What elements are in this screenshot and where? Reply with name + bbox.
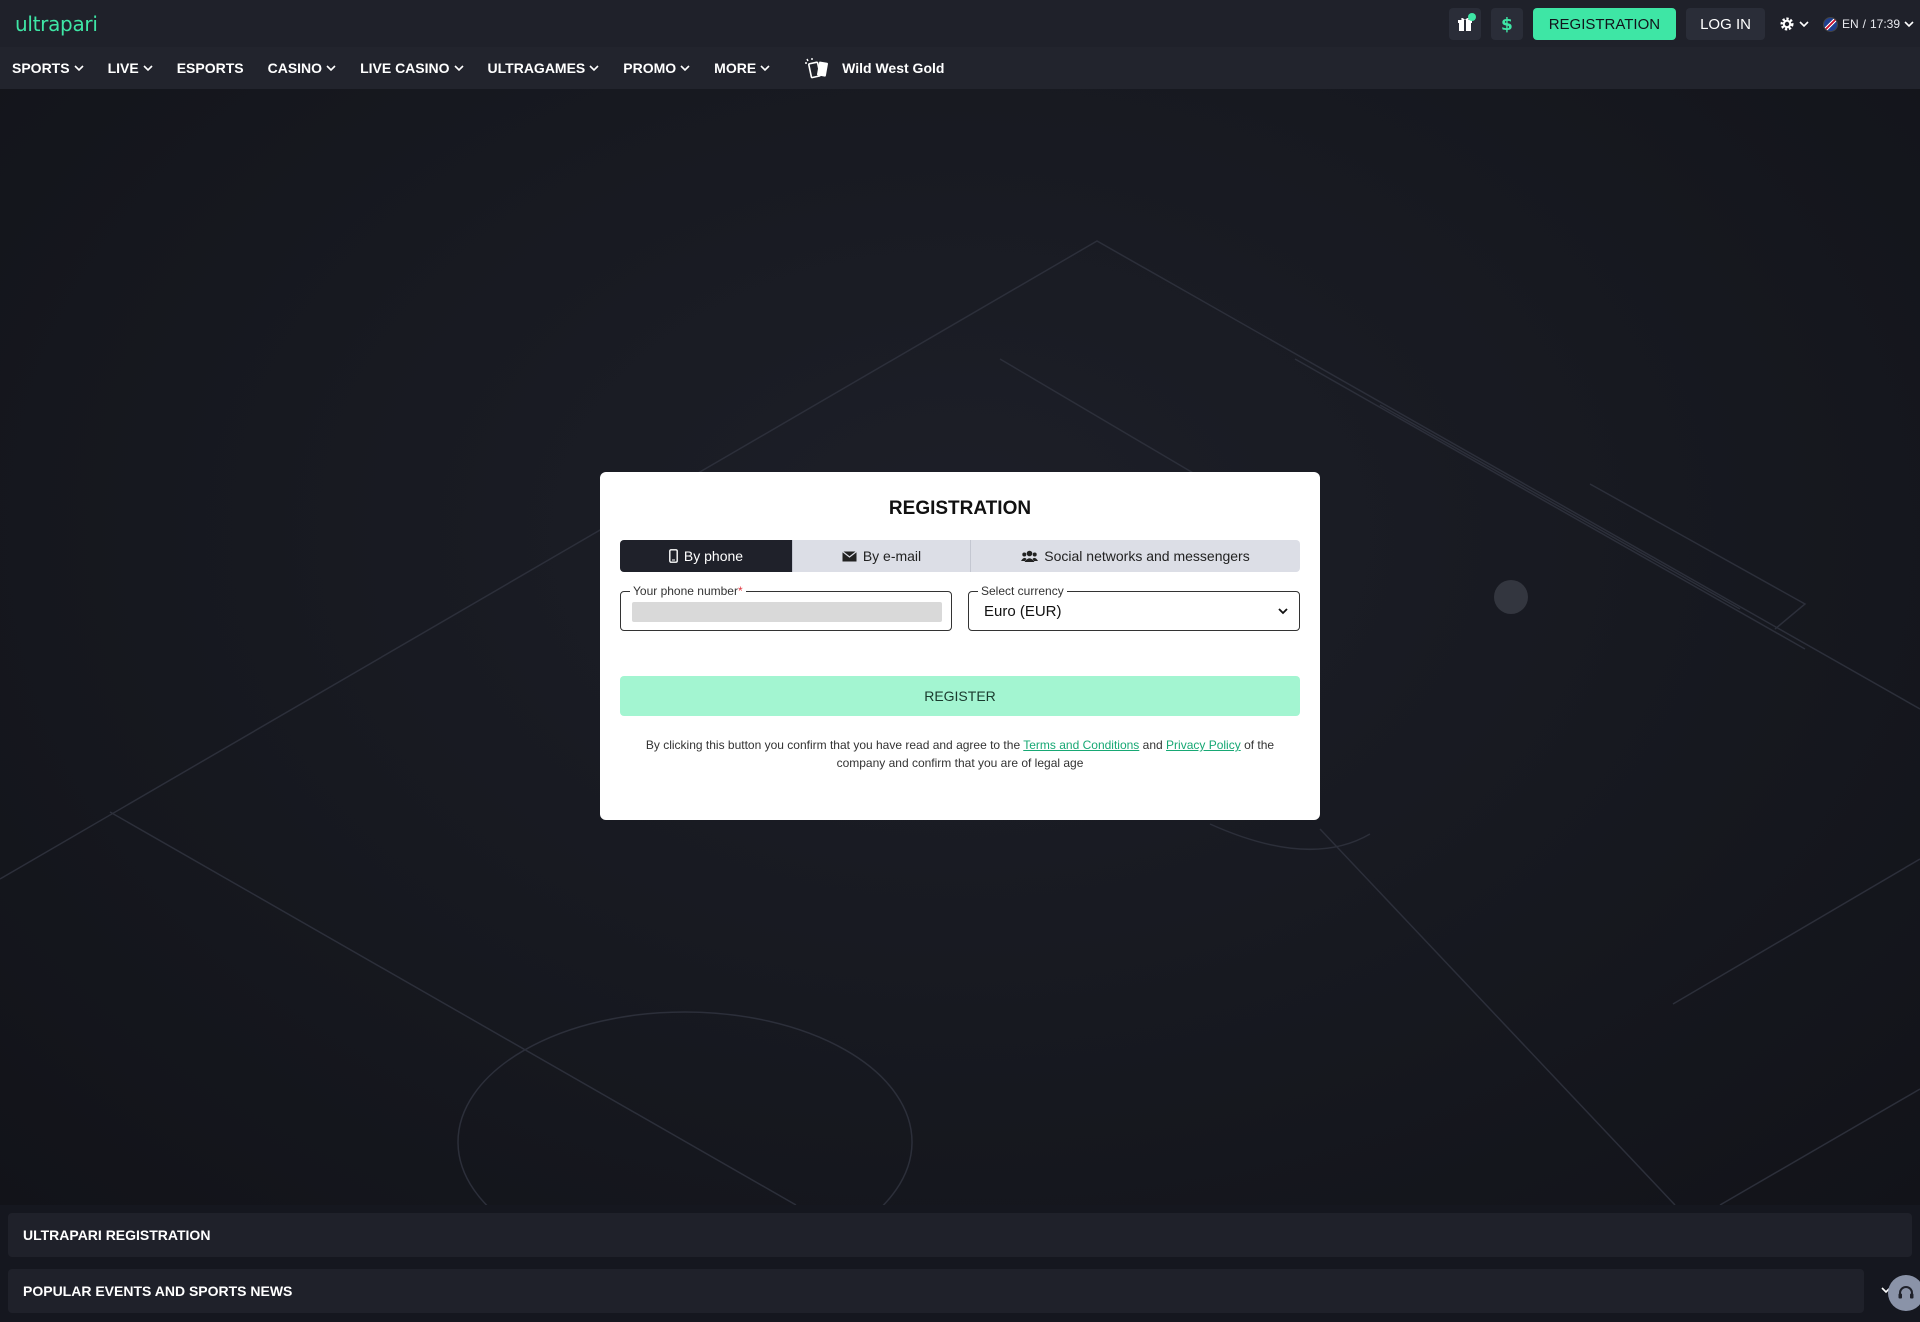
nav-label: MORE bbox=[714, 60, 757, 76]
phone-icon bbox=[669, 549, 678, 563]
nav-label: LIVE bbox=[107, 60, 139, 76]
ultrapari-logo[interactable]: ultrapari bbox=[15, 12, 98, 36]
deposit-button[interactable]: $ bbox=[1490, 8, 1523, 40]
registration-button[interactable]: REGISTRATION bbox=[1532, 8, 1677, 40]
svg-text:$: $ bbox=[1501, 15, 1513, 33]
nav-label: LIVE CASINO bbox=[360, 60, 450, 76]
nav-live-casino[interactable]: LIVE CASINO bbox=[360, 60, 464, 76]
envelope-icon bbox=[841, 550, 857, 561]
nav-featured-game[interactable]: Wild West Gold bbox=[804, 57, 944, 79]
nav-label: ULTRAGAMES bbox=[487, 60, 586, 76]
chevron-down-icon bbox=[1278, 608, 1288, 615]
chevron-down-icon bbox=[74, 65, 84, 72]
nav-more[interactable]: MORE bbox=[714, 60, 770, 76]
slot-cards-icon bbox=[805, 58, 829, 79]
section-ultrapari-registration[interactable]: ULTRAPARI REGISTRATION bbox=[8, 1213, 1912, 1257]
section-popular-events[interactable]: POPULAR EVENTS AND SPORTS NEWS bbox=[8, 1269, 1864, 1313]
required-mark: * bbox=[737, 584, 743, 598]
tab-by-phone[interactable]: By phone bbox=[620, 540, 793, 572]
featured-game-label: Wild West Gold bbox=[842, 60, 945, 76]
currency-select[interactable]: Select currency Euro (EUR) bbox=[968, 584, 1300, 631]
tab-label: By phone bbox=[683, 548, 744, 564]
nav-label: ESPORTS bbox=[176, 60, 244, 76]
language-time-selector[interactable]: EN / 17:39 bbox=[1822, 16, 1914, 32]
registration-modal: REGISTRATION By phone By e-mail Social n… bbox=[600, 472, 1320, 820]
chevron-down-icon bbox=[760, 65, 770, 72]
uk-flag-icon bbox=[1822, 16, 1838, 32]
ball-decoration bbox=[1494, 580, 1528, 614]
nav-ultragames[interactable]: ULTRAGAMES bbox=[488, 60, 600, 76]
terms-link[interactable]: Terms and Conditions bbox=[1023, 738, 1139, 752]
gear-icon bbox=[1780, 17, 1794, 31]
chevron-down-icon bbox=[143, 65, 153, 72]
tab-label: By e-mail bbox=[862, 548, 922, 564]
gift-button[interactable] bbox=[1448, 8, 1481, 40]
disclaimer-text-1: By clicking this button you confirm that… bbox=[645, 738, 1021, 752]
phone-number-label: Your phone number* bbox=[630, 584, 746, 598]
nav-label: PROMO bbox=[623, 60, 677, 76]
currency-value: Euro (EUR) bbox=[984, 603, 1062, 620]
nav-label: CASINO bbox=[267, 60, 323, 76]
phone-label-text: Your phone number bbox=[633, 584, 738, 598]
headset-icon bbox=[1898, 1286, 1914, 1299]
currency-label: Select currency bbox=[978, 584, 1067, 598]
gift-badge bbox=[1467, 13, 1476, 21]
top-bar: ultrapari $ REGISTRATION LOG IN EN / 17:… bbox=[0, 0, 1920, 47]
phone-number-field[interactable]: Your phone number* bbox=[620, 584, 952, 631]
chevron-down-icon bbox=[453, 65, 464, 72]
tab-label: Social networks and messengers bbox=[1044, 548, 1250, 564]
language-code: EN bbox=[1841, 17, 1859, 31]
nav-esports[interactable]: ESPORTS bbox=[177, 60, 244, 76]
login-button[interactable]: LOG IN bbox=[1686, 8, 1765, 40]
chevron-down-icon bbox=[589, 65, 599, 72]
registration-method-tabs: By phone By e-mail Social networks and m… bbox=[620, 540, 1300, 572]
disclaimer-and: and bbox=[1142, 738, 1163, 752]
nav-promo[interactable]: PROMO bbox=[623, 60, 690, 76]
tab-by-email[interactable]: By e-mail bbox=[793, 540, 971, 572]
chevron-down-icon bbox=[326, 65, 336, 72]
phone-number-input[interactable] bbox=[632, 602, 942, 622]
current-time: 17:39 bbox=[1869, 17, 1900, 31]
main-nav: SPORTS LIVE ESPORTS CASINO LIVE CASINO U… bbox=[0, 47, 1920, 89]
chevron-down-icon bbox=[680, 65, 690, 72]
nav-live[interactable]: LIVE bbox=[108, 60, 153, 76]
modal-title: REGISTRATION bbox=[888, 498, 1032, 519]
chevron-down-icon bbox=[1904, 21, 1914, 28]
settings-dropdown[interactable] bbox=[1775, 8, 1813, 40]
legal-disclaimer: By clicking this button you confirm that… bbox=[620, 736, 1300, 772]
dollar-icon: $ bbox=[1501, 15, 1513, 33]
nav-casino[interactable]: CASINO bbox=[268, 60, 336, 76]
support-chat-button[interactable] bbox=[1888, 1275, 1920, 1311]
privacy-link[interactable]: Privacy Policy bbox=[1166, 738, 1241, 752]
nav-label: SPORTS bbox=[12, 60, 70, 76]
tab-social-networks[interactable]: Social networks and messengers bbox=[971, 540, 1300, 572]
register-button[interactable]: REGISTER bbox=[620, 676, 1300, 716]
nav-sports[interactable]: SPORTS bbox=[12, 60, 84, 76]
chevron-down-icon bbox=[1799, 21, 1809, 28]
top-bar-actions: $ REGISTRATION LOG IN EN / 17:39 bbox=[1448, 8, 1914, 40]
users-icon bbox=[1021, 550, 1039, 562]
language-separator: / bbox=[1862, 17, 1866, 31]
